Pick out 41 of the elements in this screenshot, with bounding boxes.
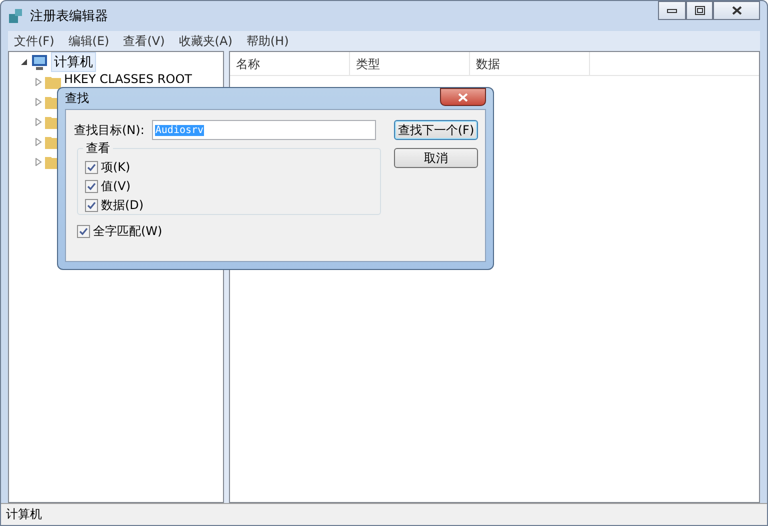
folder-icon: [45, 75, 61, 89]
close-icon: [732, 6, 742, 15]
menu-item[interactable]: 收藏夹(A): [178, 32, 232, 50]
checkbox-label[interactable]: 数据(D): [101, 197, 144, 214]
expand-arrow-icon[interactable]: [35, 158, 42, 166]
close-button[interactable]: [440, 88, 486, 106]
checkbox-label[interactable]: 项(K): [101, 159, 130, 176]
menu-item[interactable]: 查看(V): [123, 32, 165, 50]
close-icon: [458, 92, 468, 102]
status-bar-text: 计算机: [5, 506, 42, 523]
expand-arrow-icon[interactable]: [35, 118, 42, 126]
window-title: 注册表编辑器: [30, 8, 108, 25]
column-header[interactable]: 名称: [230, 52, 350, 75]
maximize-button[interactable]: [686, 1, 713, 20]
maximize-icon: [694, 6, 704, 15]
checkbox[interactable]: [85, 180, 98, 193]
collapse-arrow-icon[interactable]: [21, 58, 28, 66]
close-button[interactable]: [713, 1, 760, 20]
checkbox[interactable]: [85, 161, 98, 174]
tree-item[interactable]: HKEY CLASSES ROOT: [64, 72, 192, 86]
checkbox[interactable]: [85, 199, 98, 212]
dialog-title: 查找: [65, 90, 89, 107]
menu-item[interactable]: 文件(F): [14, 32, 54, 50]
checkbox[interactable]: [77, 225, 90, 238]
registry-cubes-icon: [8, 8, 24, 24]
minimize-button[interactable]: [658, 1, 686, 20]
checkbox-label[interactable]: 全字匹配(W): [93, 223, 162, 240]
find-next-button[interactable]: 查找下一个(F): [394, 120, 478, 140]
computer-icon: [31, 54, 48, 70]
menu-item[interactable]: 编辑(E): [68, 32, 110, 50]
column-header[interactable]: 数据: [470, 52, 590, 75]
menu-item[interactable]: 帮助(H): [246, 32, 289, 50]
column-header[interactable]: 类型: [350, 52, 470, 75]
expand-arrow-icon[interactable]: [35, 138, 42, 146]
expand-arrow-icon[interactable]: [35, 98, 42, 106]
cancel-button[interactable]: 取消: [394, 148, 478, 168]
tree-item[interactable]: 计算机: [51, 52, 96, 72]
checkbox-label[interactable]: 值(V): [101, 178, 131, 195]
expand-arrow-icon[interactable]: [35, 78, 42, 86]
minimize-icon: [667, 8, 677, 12]
field-label: 查找目标(N):: [74, 122, 144, 138]
